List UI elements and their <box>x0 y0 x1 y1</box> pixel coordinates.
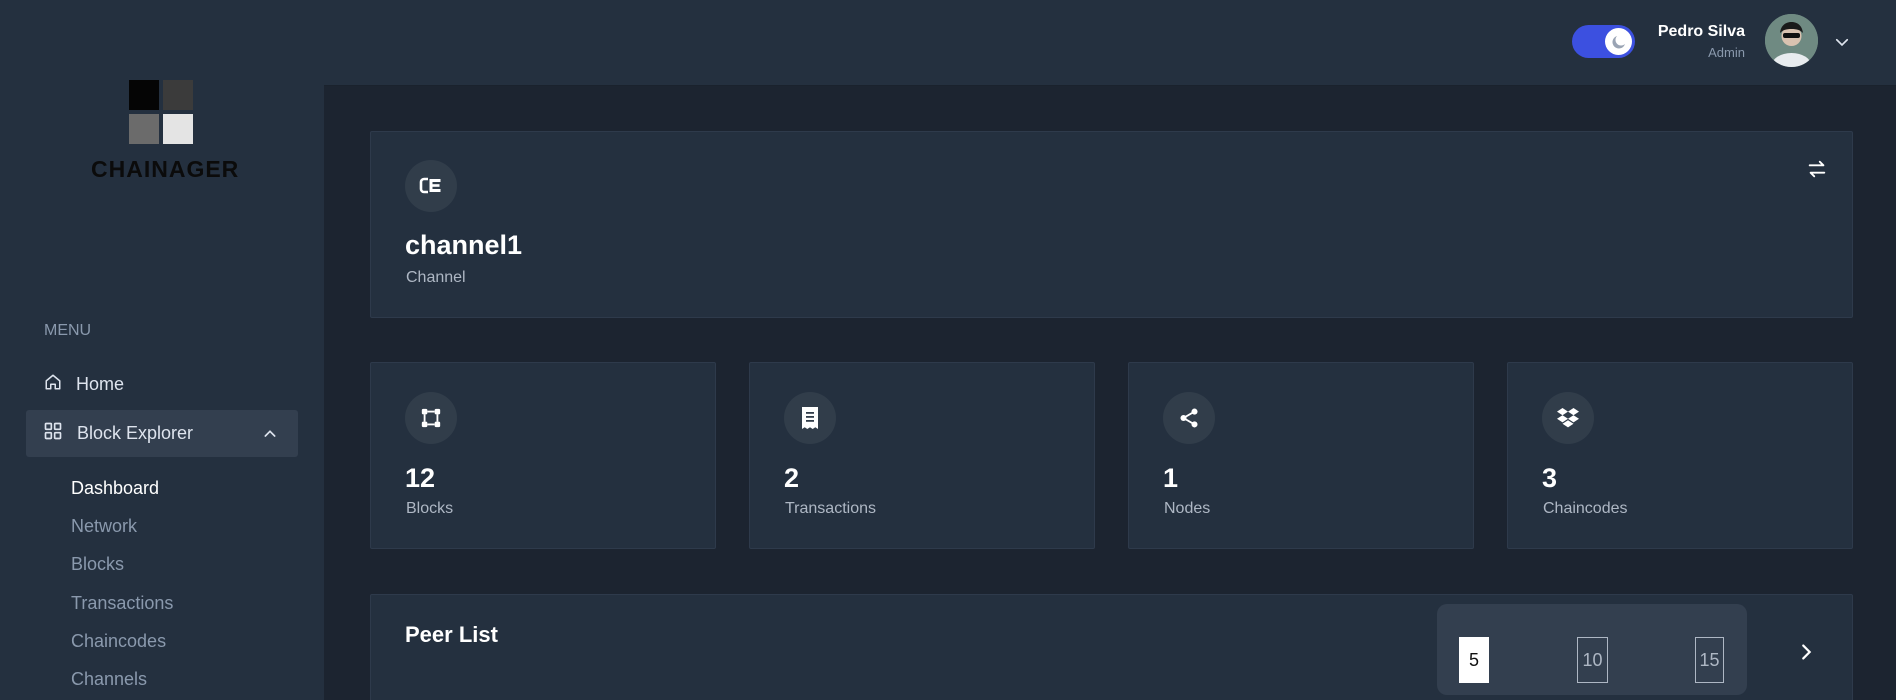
page-size-option[interactable]: 15 <box>1695 637 1724 683</box>
page-size-selector: 5 10 15 <box>1437 604 1747 695</box>
stat-card-chaincodes: 3 Chaincodes <box>1507 362 1853 549</box>
stat-label: Transactions <box>785 500 876 517</box>
grid-icon <box>43 421 63 446</box>
stat-label: Chaincodes <box>1543 500 1628 517</box>
user-role: Admin <box>1708 45 1745 60</box>
stat-card-transactions: 2 Transactions <box>749 362 1095 549</box>
stat-card-blocks: 12 Blocks <box>370 362 716 549</box>
channel-icon <box>405 160 457 212</box>
sidebar-item-blocks[interactable]: Blocks <box>71 552 173 590</box>
channel-label: Channel <box>406 269 466 286</box>
peer-list-card: Peer List 5 10 15 <box>370 594 1853 700</box>
user-name: Pedro Silva <box>1657 23 1745 40</box>
sidebar-item-chaincodes[interactable]: Chaincodes <box>71 629 173 667</box>
stat-value: 2 <box>784 463 800 493</box>
stat-label: Blocks <box>406 500 454 517</box>
top-header <box>324 0 1896 86</box>
sidebar-item-label: Block Explorer <box>77 423 194 443</box>
stat-value: 3 <box>1542 463 1558 493</box>
logo-square <box>163 114 193 144</box>
sidebar-item-block-explorer[interactable]: Block Explorer <box>26 410 298 457</box>
stat-card-nodes: 1 Nodes <box>1128 362 1474 549</box>
page-size-option[interactable]: 5 <box>1459 637 1489 683</box>
chevron-down-icon[interactable] <box>1833 33 1851 56</box>
stat-value: 12 <box>405 463 436 493</box>
logo-square <box>163 80 193 110</box>
sidebar-item-home[interactable]: Home <box>44 371 124 397</box>
peer-list-title: Peer List <box>405 622 498 647</box>
menu-heading: MENU <box>44 322 92 339</box>
home-icon <box>44 373 62 396</box>
brand-logo[interactable]: CHAINAGER <box>91 78 240 188</box>
logo-square <box>129 80 159 110</box>
share-icon <box>1163 392 1215 444</box>
channel-name: channel1 <box>405 230 523 260</box>
switch-channel-icon[interactable] <box>1806 158 1828 185</box>
brand-name: CHAINAGER <box>91 156 240 182</box>
receipt-icon <box>784 392 836 444</box>
sidebar-item-network[interactable]: Network <box>71 514 173 552</box>
sidebar-item-label: Home <box>76 373 125 394</box>
sidebar: CHAINAGER MENU Home Block Explorer Dashb… <box>0 0 324 700</box>
channel-card: channel1 Channel <box>370 131 1853 318</box>
stat-label: Nodes <box>1164 500 1211 517</box>
sidebar-item-transactions[interactable]: Transactions <box>71 591 173 629</box>
sidebar-item-dashboard[interactable]: Dashboard <box>71 476 173 514</box>
chevron-right-icon[interactable] <box>1795 641 1817 668</box>
page-size-option[interactable]: 10 <box>1577 637 1608 683</box>
stat-value: 1 <box>1163 463 1179 493</box>
dropbox-icon <box>1542 392 1594 444</box>
logo-square <box>129 114 159 144</box>
chevron-up-icon[interactable] <box>262 426 278 447</box>
avatar[interactable] <box>1765 14 1818 67</box>
blocks-icon <box>405 392 457 444</box>
sidebar-item-channels[interactable]: Channels <box>71 667 173 700</box>
block-explorer-submenu: Dashboard Network Blocks Transactions Ch… <box>71 476 173 700</box>
